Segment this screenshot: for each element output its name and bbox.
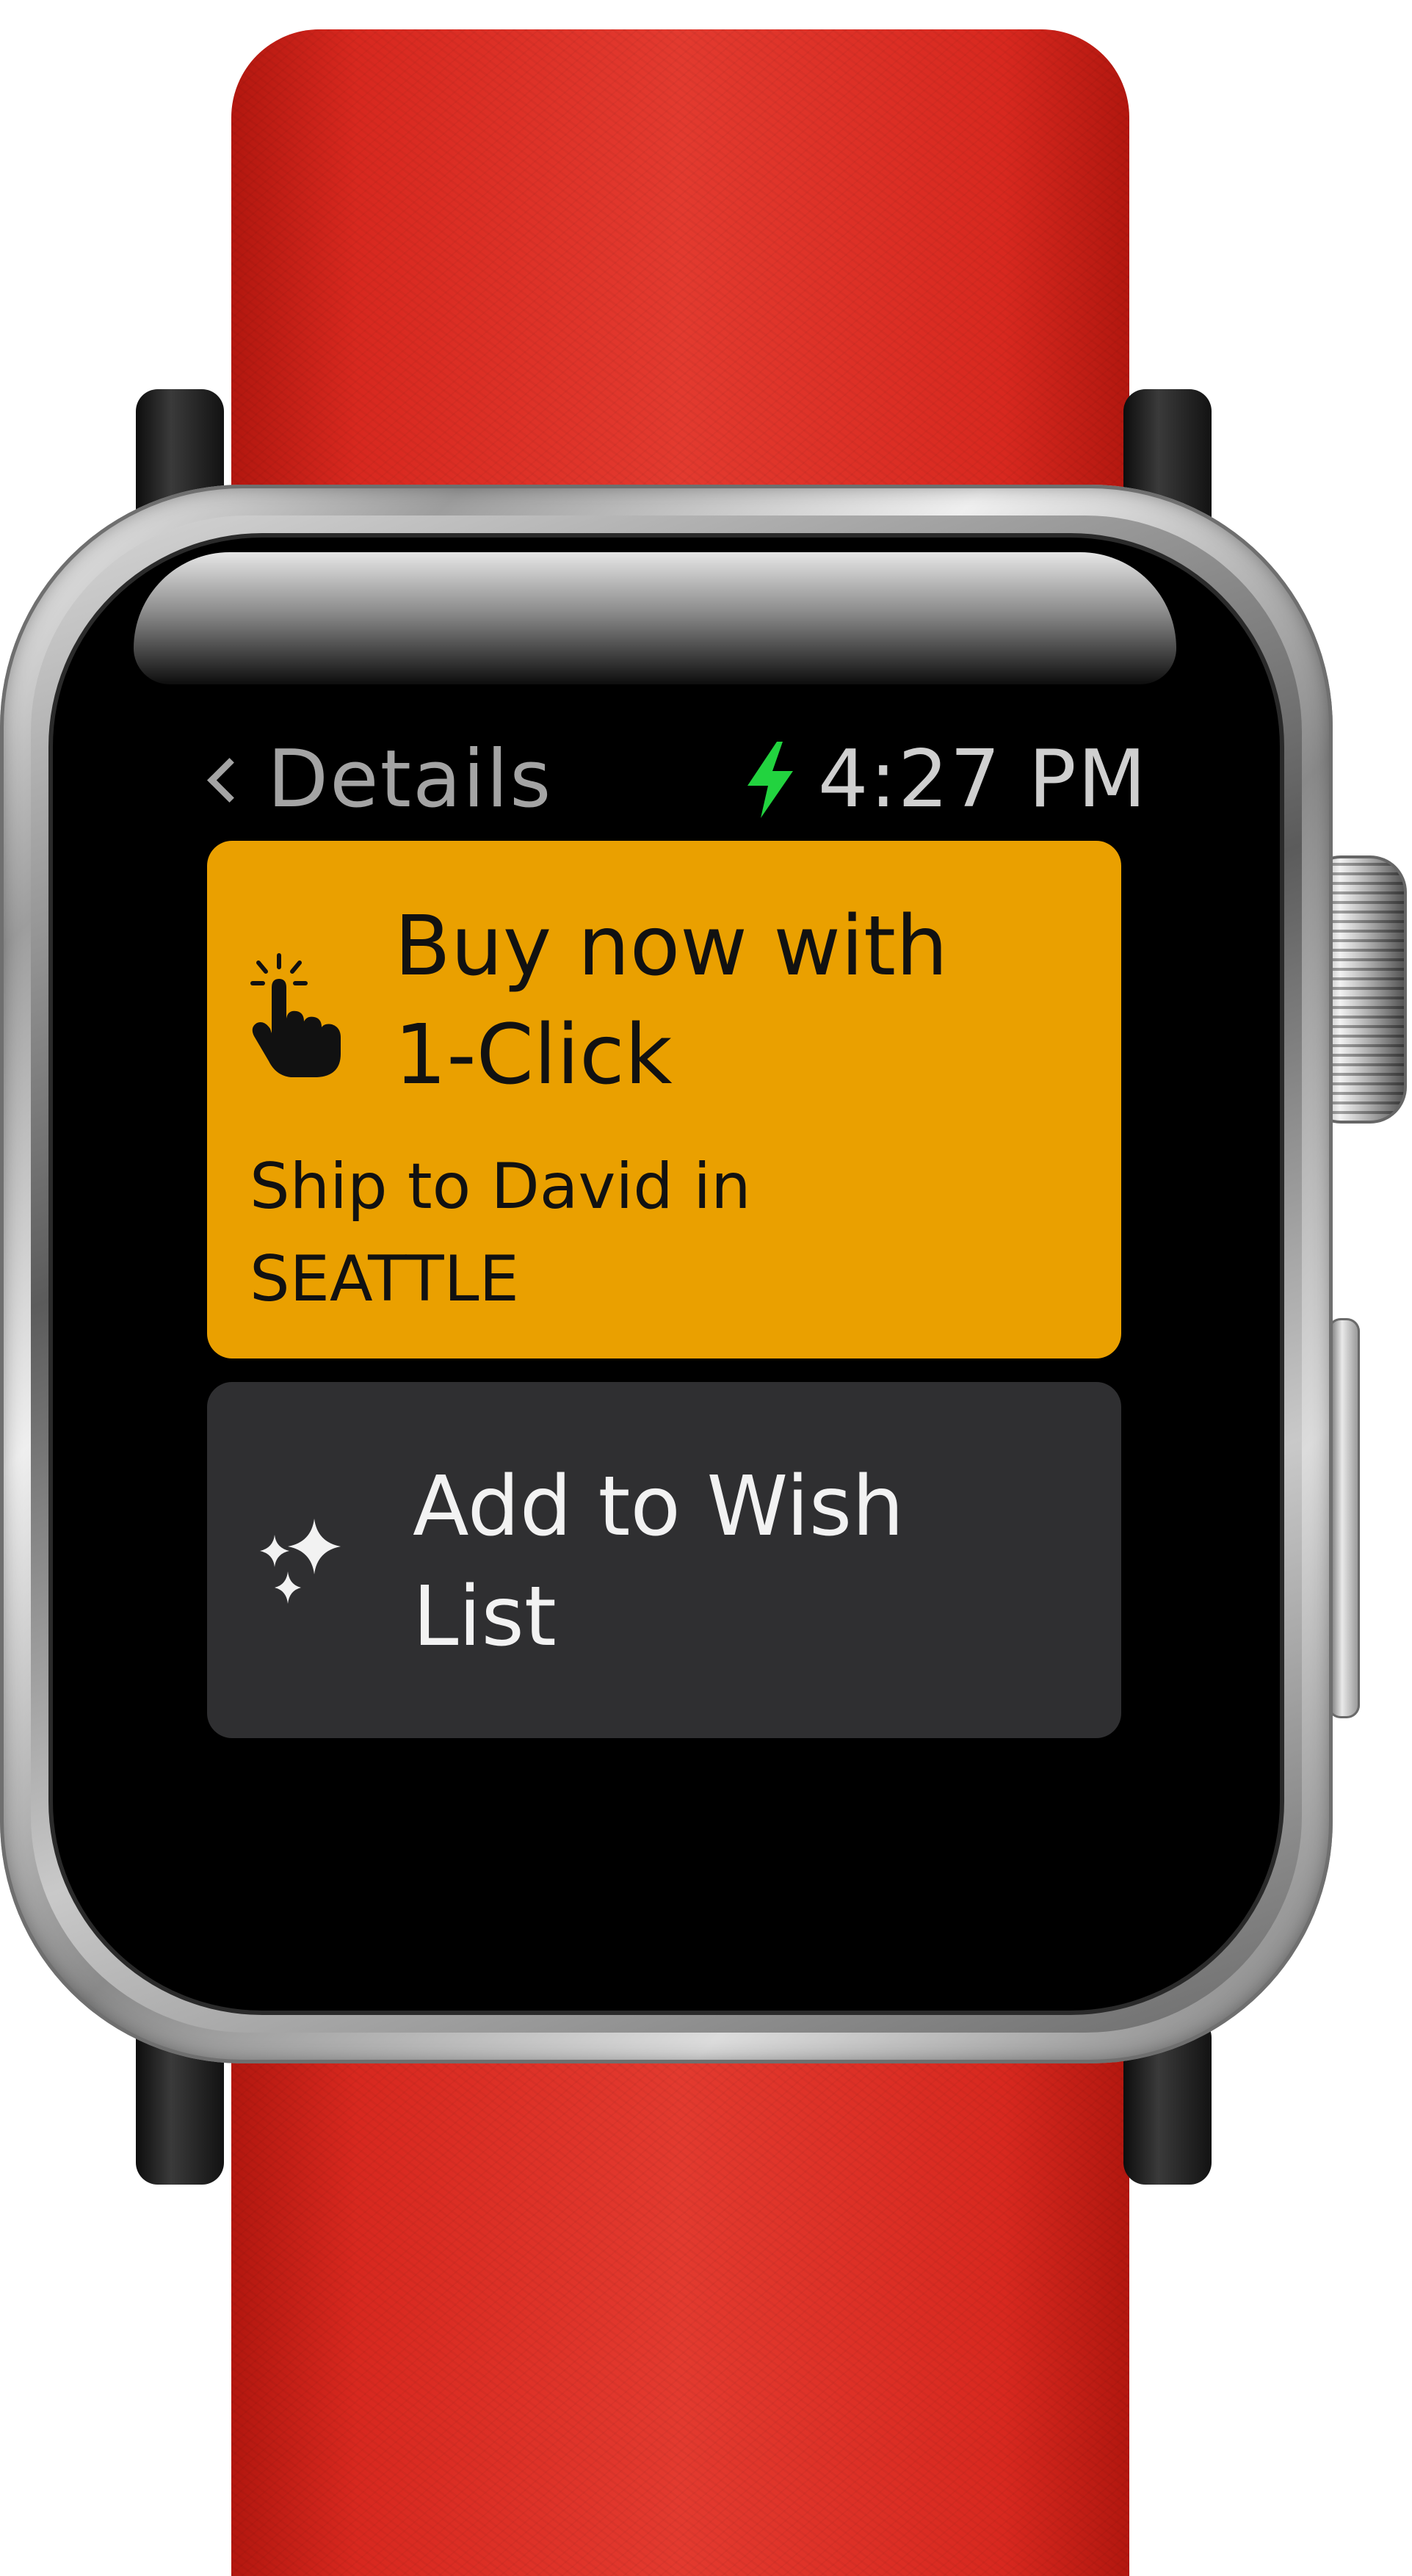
- buy-now-1-click-button[interactable]: Buy now with 1-Click Ship to David in SE…: [207, 841, 1121, 1358]
- buy-now-title-line: 1-Click: [394, 1007, 673, 1103]
- tap-hand-icon: [250, 953, 341, 1077]
- apple-watch-mockup: Details 4:27 PM Buy now with 1-Click Shi…: [0, 0, 1412, 2576]
- scrolled-description-text: [203, 1819, 1121, 1848]
- wish-list-title-line: Add to Wish: [413, 1459, 905, 1555]
- buy-now-title-line: Buy now with: [394, 899, 949, 994]
- back-button-label: Details: [267, 734, 553, 825]
- status-time-group: 4:27 PM: [745, 736, 1148, 824]
- sparkles-icon: [260, 1519, 341, 1604]
- wish-list-title-line: List: [413, 1569, 557, 1665]
- chevron-left-icon: [207, 757, 252, 803]
- shipping-destination: Ship to David in SEATTLE: [250, 1140, 1094, 1325]
- back-button[interactable]: Details: [203, 736, 552, 824]
- clock-time: 4:27 PM: [817, 734, 1148, 825]
- buy-now-title: Buy now with 1-Click: [394, 892, 1099, 1110]
- status-bar: [53, 538, 1280, 684]
- watch-case: Details 4:27 PM Buy now with 1-Click Shi…: [0, 485, 1333, 2063]
- watch-screen: Details 4:27 PM Buy now with 1-Click Shi…: [53, 538, 1280, 2011]
- add-to-wish-list-button[interactable]: Add to Wish List: [207, 1382, 1121, 1738]
- wish-list-title: Add to Wish List: [413, 1452, 1096, 1672]
- lightning-bolt-icon: [747, 742, 793, 818]
- shipping-line: SEATTLE: [250, 1242, 519, 1316]
- shipping-line: Ship to David in: [250, 1150, 751, 1223]
